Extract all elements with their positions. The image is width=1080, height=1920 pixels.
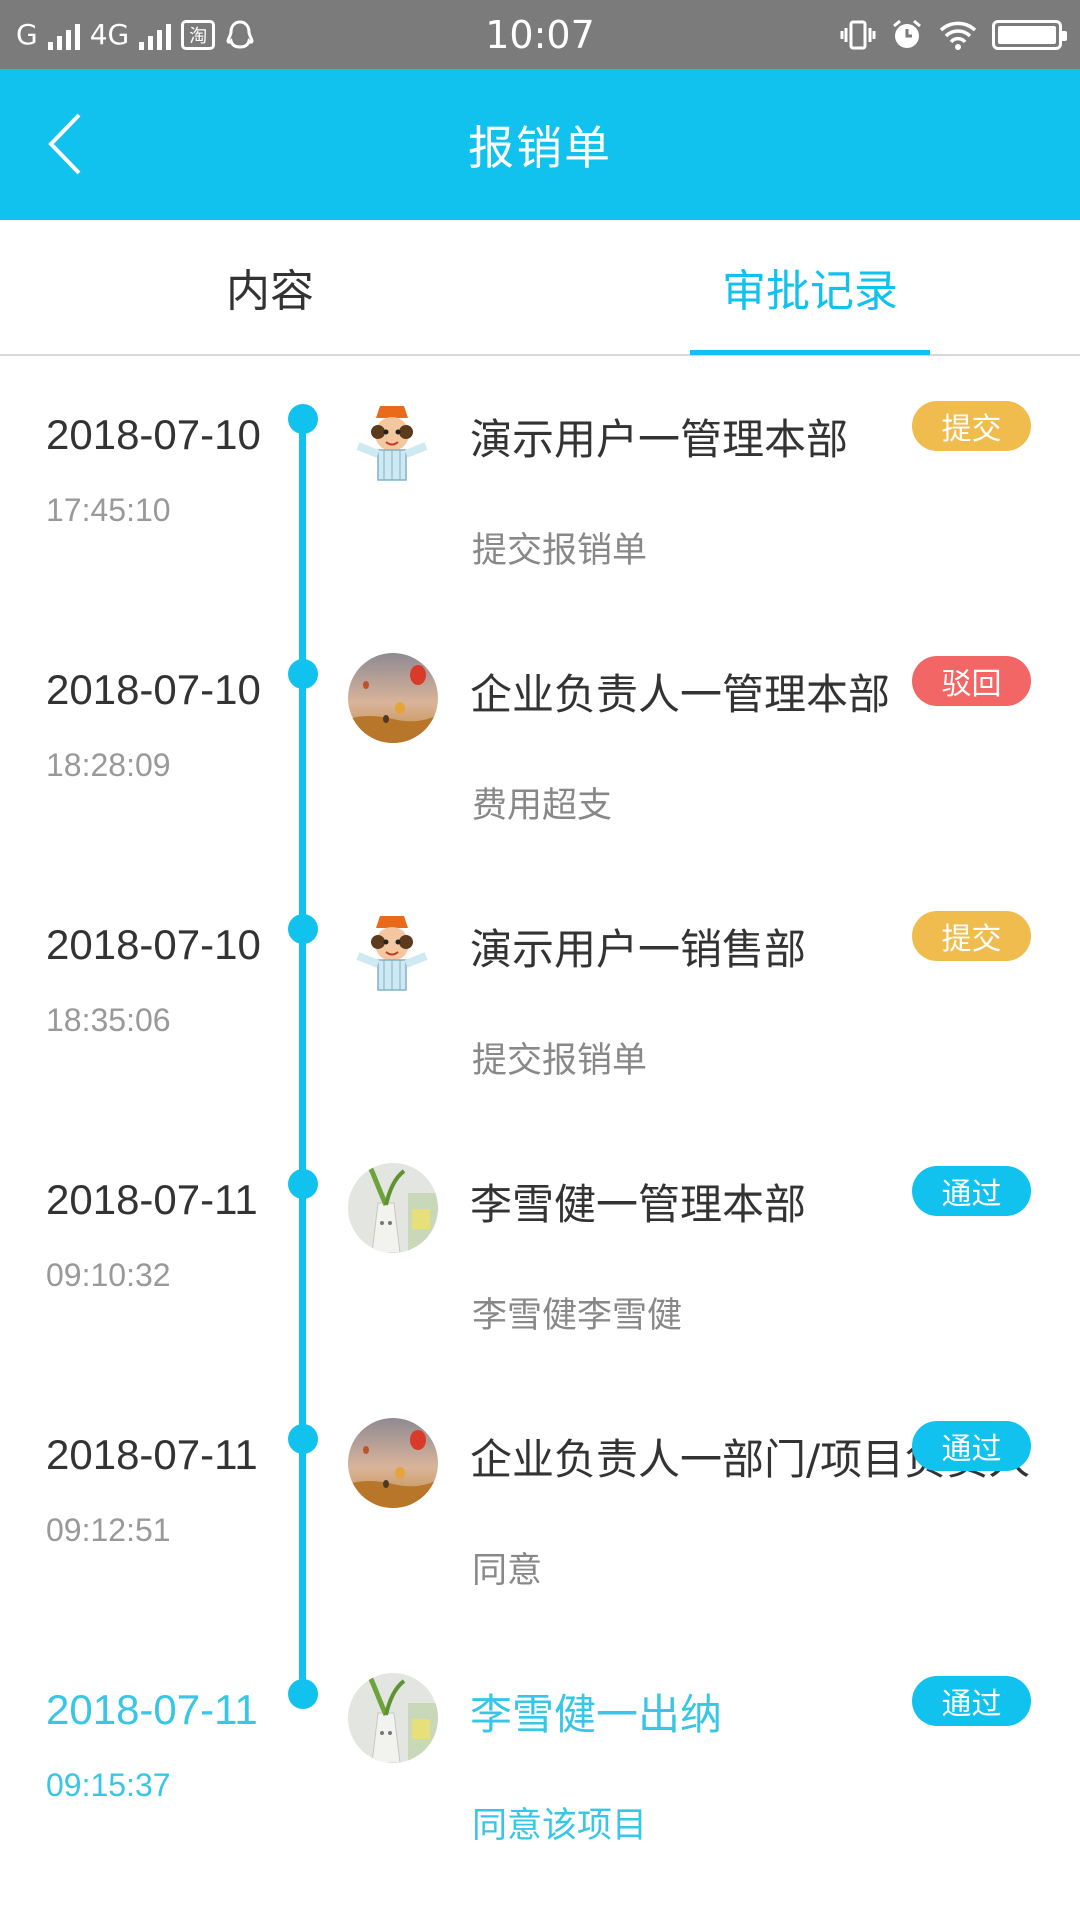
timeline-entry[interactable]: 2018-07-10 18:28:09 企业负责人一管理本部费用超支 驳回 [0, 653, 1080, 914]
record-date: 2018-07-11 [46, 1686, 258, 1733]
record-time: 17:45:10 [46, 492, 171, 528]
record-time: 18:35:06 [46, 1002, 171, 1038]
app-header: 报销单 [0, 69, 1080, 220]
alarm-icon [893, 19, 921, 48]
approval-comment: 同意 [472, 1551, 543, 1591]
record-date: 2018-07-11 [46, 1176, 258, 1223]
cartoon-avatar [348, 908, 438, 998]
record-date: 2018-07-10 [46, 921, 261, 968]
status-bar: G 4G 淘 10:07 [0, 0, 1080, 69]
timeline-entry[interactable]: 2018-07-10 18:35:06 演示用户一销售部提交报销单 提交 [0, 908, 1080, 1169]
timeline-entry[interactable]: 2018-07-10 17:45:10 演示用户一管理本部提交报销单 提交 [0, 398, 1080, 659]
record-time: 09:15:37 [46, 1767, 171, 1803]
approver-name: 李雪健一管理本部 [470, 1180, 807, 1229]
record-time: 09:12:51 [46, 1512, 171, 1548]
wifi-icon [939, 21, 977, 50]
status-badge: 提交 [912, 401, 1031, 451]
record-time: 18:28:09 [46, 747, 171, 783]
timeline-dot [288, 1679, 318, 1709]
approval-comment: 提交报销单 [472, 531, 648, 571]
approval-comment: 李雪健李雪健 [472, 1296, 683, 1336]
vibrate-icon [840, 20, 876, 49]
record-date: 2018-07-10 [46, 666, 261, 713]
timeline-dot [288, 659, 318, 689]
record-date: 2018-07-10 [46, 411, 261, 458]
tab-approval-records[interactable]: 审批记录 [540, 220, 1080, 354]
approval-comment: 同意该项目 [472, 1806, 648, 1846]
record-date: 2018-07-11 [46, 1431, 258, 1478]
status-badge: 通过 [912, 1421, 1031, 1471]
approver-name: 企业负责人一管理本部 [470, 670, 891, 719]
approver-name: 演示用户一销售部 [470, 925, 807, 974]
balloon-avatar [348, 653, 438, 743]
record-time: 09:10:32 [46, 1257, 171, 1293]
timeline-dot [288, 914, 318, 944]
approval-comment: 费用超支 [472, 786, 613, 826]
approver-name: 李雪健一出纳 [470, 1690, 723, 1739]
page-title: 报销单 [468, 120, 612, 175]
timeline-dot [288, 404, 318, 434]
tab-content[interactable]: 内容 [0, 220, 540, 354]
tab-bar: 内容 审批记录 [0, 220, 1080, 356]
cartoon-avatar [348, 398, 438, 488]
status-badge: 通过 [912, 1166, 1031, 1216]
status-right [840, 0, 1067, 69]
timeline-entry[interactable]: 2018-07-11 09:12:51 企业负责人一部门/项目负责人 同意 通过 [0, 1418, 1080, 1679]
status-badge: 提交 [912, 911, 1031, 961]
battery-icon [992, 19, 1067, 50]
timeline-entry[interactable]: 2018-07-11 09:10:32 李雪健一管理本部李雪健李雪健 通过 [0, 1163, 1080, 1424]
timeline-dot [288, 1169, 318, 1199]
status-badge: 通过 [912, 1676, 1031, 1726]
plant-avatar [348, 1673, 438, 1763]
approver-name: 演示用户一管理本部 [470, 415, 849, 464]
balloon-avatar [348, 1418, 438, 1508]
timeline-entry[interactable]: 2018-07-11 09:15:37 李雪健一出纳同意该项目 通过 [0, 1673, 1080, 1920]
plant-avatar [348, 1163, 438, 1253]
status-badge: 驳回 [912, 656, 1031, 706]
tab-active-indicator [690, 350, 930, 355]
timeline-dot [288, 1424, 318, 1454]
approval-comment: 提交报销单 [472, 1041, 648, 1081]
